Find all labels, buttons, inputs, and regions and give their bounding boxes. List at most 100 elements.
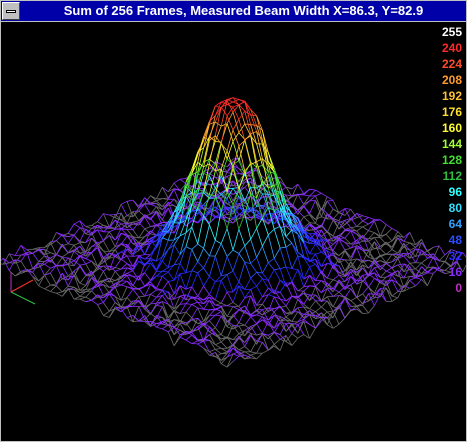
mesh-segment bbox=[362, 217, 369, 222]
mesh-segment bbox=[344, 230, 352, 239]
mesh-segment bbox=[73, 227, 81, 236]
mesh-segment bbox=[73, 245, 81, 252]
mesh-segment bbox=[32, 276, 39, 287]
legend-item: 160 bbox=[441, 121, 462, 135]
mesh-segment bbox=[232, 229, 240, 251]
mesh-segment bbox=[191, 261, 199, 272]
mesh-segment bbox=[197, 340, 204, 345]
mesh-segment bbox=[244, 346, 251, 353]
mesh-segment bbox=[385, 249, 393, 255]
mesh-segment bbox=[85, 226, 92, 229]
mesh-segment bbox=[162, 270, 169, 273]
mesh-segment bbox=[303, 216, 310, 223]
mesh-segment bbox=[191, 249, 199, 262]
mesh-segment bbox=[220, 256, 228, 276]
mesh-segment bbox=[132, 289, 140, 298]
mesh-segment bbox=[132, 306, 140, 322]
mesh-segment bbox=[350, 218, 358, 227]
mesh-segment bbox=[44, 263, 51, 269]
mesh-segment bbox=[144, 272, 151, 281]
mesh-segment bbox=[279, 226, 287, 248]
mesh-segment bbox=[162, 237, 169, 241]
mesh-segment bbox=[50, 285, 57, 292]
mesh-segment bbox=[91, 299, 98, 305]
mesh-segment bbox=[161, 240, 169, 257]
mesh-segment bbox=[191, 307, 199, 318]
axis-indicator bbox=[10, 291, 36, 305]
mesh-segment bbox=[209, 349, 216, 353]
mesh-segment bbox=[238, 297, 246, 307]
mesh-segment bbox=[315, 280, 322, 287]
mesh-segment bbox=[68, 285, 75, 288]
mesh-segment bbox=[291, 269, 299, 282]
mesh-segment bbox=[350, 308, 357, 311]
mesh-segment bbox=[232, 355, 240, 362]
mesh-segment bbox=[120, 308, 128, 318]
mesh-segment bbox=[203, 334, 210, 340]
mesh-segment bbox=[238, 322, 245, 326]
mesh-segment bbox=[120, 258, 128, 264]
mesh-segment bbox=[268, 294, 275, 298]
mesh-segment bbox=[385, 270, 393, 274]
mesh-segment bbox=[309, 200, 316, 214]
mesh-segment bbox=[126, 199, 133, 202]
mesh-segment bbox=[256, 314, 263, 318]
mesh-segment bbox=[291, 337, 299, 346]
mesh-segment bbox=[338, 258, 345, 261]
mesh-segment bbox=[38, 285, 45, 290]
mesh-segment bbox=[138, 288, 146, 297]
mesh-segment bbox=[91, 290, 98, 298]
mesh-segment bbox=[285, 266, 293, 282]
mesh-segment bbox=[315, 193, 322, 197]
mesh-segment bbox=[215, 304, 222, 307]
mesh-segment bbox=[332, 254, 340, 263]
beam-profile-window: Sum of 256 Frames, Measured Beam Width X… bbox=[0, 0, 467, 442]
mesh-segment bbox=[227, 305, 234, 307]
mesh-segment bbox=[203, 276, 210, 287]
mesh-segment bbox=[362, 286, 369, 295]
mesh-segment bbox=[238, 310, 246, 323]
mesh-segment bbox=[179, 272, 186, 275]
mesh-segment bbox=[250, 340, 257, 352]
mesh-segment bbox=[132, 199, 140, 209]
legend-item: 128 bbox=[441, 153, 462, 167]
mesh-segment bbox=[215, 308, 222, 312]
mesh-segment bbox=[262, 349, 269, 354]
mesh-segment bbox=[79, 296, 86, 300]
mesh-segment bbox=[120, 235, 128, 245]
mesh-segment bbox=[85, 225, 92, 227]
mesh-segment bbox=[315, 208, 322, 224]
mesh-segment bbox=[185, 322, 193, 332]
mesh-segment bbox=[250, 263, 257, 273]
mesh-segment bbox=[279, 282, 287, 293]
mesh-segment bbox=[385, 228, 393, 235]
mesh-segment bbox=[362, 312, 369, 314]
mesh-segment bbox=[132, 255, 139, 257]
mesh-segment bbox=[91, 252, 98, 267]
mesh-segment bbox=[197, 267, 204, 274]
mesh-segment bbox=[332, 274, 340, 281]
mesh-segment bbox=[362, 215, 369, 218]
mesh-segment bbox=[273, 345, 281, 351]
mesh-segment bbox=[220, 341, 228, 349]
title-bar[interactable]: Sum of 256 Frames, Measured Beam Width X… bbox=[1, 1, 466, 22]
mesh-segment bbox=[391, 295, 399, 299]
mesh-segment bbox=[344, 309, 352, 319]
mesh-segment bbox=[220, 115, 228, 145]
mesh-segment bbox=[220, 243, 228, 257]
mesh-segment bbox=[327, 277, 334, 281]
mesh-segment bbox=[274, 268, 281, 271]
mesh-segment bbox=[215, 105, 222, 108]
mesh-segment bbox=[238, 245, 246, 254]
mesh-segment bbox=[132, 275, 140, 286]
mesh-segment bbox=[179, 178, 186, 180]
mesh-segment bbox=[368, 217, 375, 220]
mesh-segment bbox=[215, 348, 222, 350]
mesh-segment bbox=[244, 133, 252, 141]
mesh-segment bbox=[85, 260, 92, 265]
mesh-segment bbox=[332, 212, 340, 220]
mesh-segment bbox=[226, 256, 234, 272]
mesh-segment bbox=[380, 219, 387, 225]
system-menu-button[interactable] bbox=[2, 2, 20, 20]
mesh-segment bbox=[209, 320, 216, 328]
